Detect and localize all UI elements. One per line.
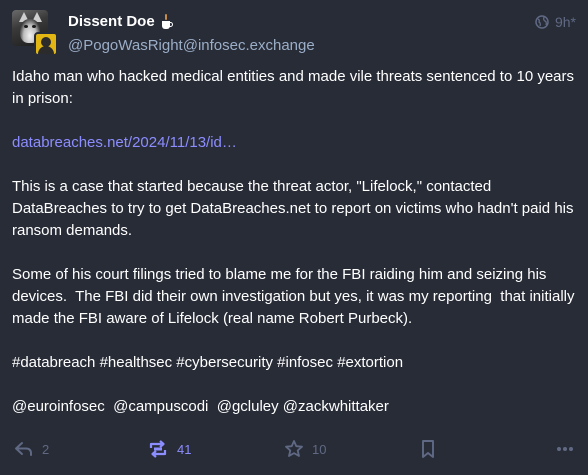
relative-time[interactable]: 9h* [555,14,576,30]
status-meta[interactable]: 9h* [535,14,576,30]
status-post: Dissent Doe @PogoWasRight@infosec.exchan… [0,0,588,475]
reply-button[interactable]: 2 [14,436,49,462]
status-content: Idaho man who hacked medical entities an… [12,66,576,440]
more-button[interactable] [556,436,574,462]
bookmark-button[interactable] [420,436,436,462]
boost-button[interactable]: 41 [147,436,191,462]
boost-icon [147,439,169,459]
reply-icon [14,440,34,458]
person-avatar [34,32,58,56]
display-name: Dissent Doe [68,12,315,32]
star-icon [284,439,304,459]
author-names[interactable]: Dissent Doe @PogoWasRight@infosec.exchan… [68,12,315,56]
boost-count: 41 [177,441,192,457]
content-paragraph: Idaho man who hacked medical entities an… [12,68,579,107]
mentions[interactable]: @euroinfosec @campuscodi @gcluley @zackw… [12,396,576,418]
content-paragraph: This is a case that started because the … [12,178,578,239]
reply-count: 2 [42,441,50,457]
display-name-text: Dissent Doe [68,13,155,30]
avatar[interactable] [12,10,58,56]
status-action-bar: 2 41 10 [12,436,576,462]
coffee-icon [161,14,175,30]
content-link[interactable]: databreaches.net/2024/11/13/id… [12,134,237,151]
account-handle: @PogoWasRight@infosec.exchange [68,37,315,54]
globe-icon [535,15,549,29]
content-paragraph: Some of his court filings tried to blame… [12,266,579,327]
relative-time-suffix: * [570,14,576,30]
favourite-button[interactable]: 10 [284,436,326,462]
favourite-count: 10 [312,441,327,457]
relative-time-value: 9h [554,14,571,30]
hashtags[interactable]: #databreach #healthsec #cybersecurity #i… [12,352,576,374]
bookmark-icon [420,439,436,459]
more-icon [556,446,574,452]
status-header: Dissent Doe @PogoWasRight@infosec.exchan… [12,10,576,56]
